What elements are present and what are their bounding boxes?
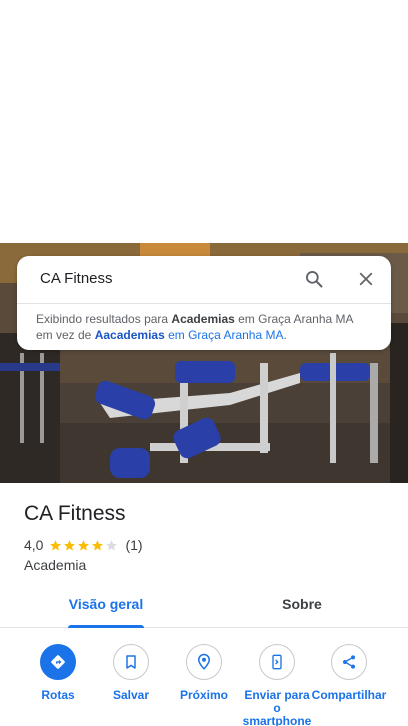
shown-term: Academias <box>171 312 235 326</box>
star-rating <box>49 539 119 552</box>
place-title: CA Fitness <box>24 502 126 525</box>
save-label: Salvar <box>112 688 150 702</box>
share-icon <box>331 644 367 680</box>
original-term: Aacademias <box>94 328 165 342</box>
review-count[interactable]: (1) <box>125 537 142 553</box>
instead-prefix: em vez de <box>36 328 95 342</box>
period: . <box>283 328 287 342</box>
send-to-phone-button[interactable]: Enviar para o smartphone <box>239 640 315 726</box>
star-icon <box>50 539 62 550</box>
spell-prefix: Exibindo resultados para <box>36 312 172 326</box>
star-icon <box>92 539 104 550</box>
active-tab-indicator <box>68 625 144 628</box>
nearby-label: Próximo <box>179 688 228 702</box>
nearby-button[interactable]: Próximo <box>166 640 242 702</box>
search-icon[interactable] <box>301 266 327 292</box>
original-location: em Graça Aranha MA <box>164 328 284 342</box>
place-tabs: Visão geral Sobre <box>0 588 408 628</box>
directions-button[interactable]: Rotas <box>20 640 96 702</box>
bookmark-icon <box>113 644 149 680</box>
send-to-phone-icon <box>259 644 295 680</box>
close-icon[interactable] <box>353 266 379 292</box>
rating-value: 4,0 <box>24 537 44 553</box>
save-button[interactable]: Salvar <box>93 640 169 702</box>
star-empty-icon <box>106 539 118 550</box>
search-query[interactable]: CA Fitness <box>40 270 113 287</box>
directions-icon <box>40 644 76 680</box>
tab-about[interactable]: Sobre <box>252 588 352 628</box>
nearby-icon <box>186 644 222 680</box>
place-page: CA Fitness Exibindo resultados para Acad… <box>0 0 408 726</box>
rating-row[interactable]: 4,0 (1) <box>24 537 143 553</box>
share-button[interactable]: Compartilhar <box>311 640 387 702</box>
search-card: CA Fitness Exibindo resultados para Acad… <box>17 256 391 350</box>
search-box[interactable]: CA Fitness <box>17 256 391 302</box>
share-label: Compartilhar <box>311 688 387 702</box>
tab-overview[interactable]: Visão geral <box>58 588 154 628</box>
shown-location: em Graça Aranha MA <box>234 312 354 326</box>
star-icon <box>64 539 76 550</box>
original-query-link[interactable]: Aacademias em Graça Aranha MA <box>95 328 284 342</box>
directions-label: Rotas <box>41 688 75 702</box>
star-icon <box>78 539 90 550</box>
place-category[interactable]: Academia <box>24 557 86 573</box>
spelling-correction-note: Exibindo resultados para Academias em Gr… <box>36 311 381 343</box>
send-to-phone-label: Enviar para o smartphone <box>242 688 312 726</box>
divider <box>17 303 391 304</box>
action-bar: Rotas Salvar Próximo Enviar para o smart… <box>0 640 408 726</box>
